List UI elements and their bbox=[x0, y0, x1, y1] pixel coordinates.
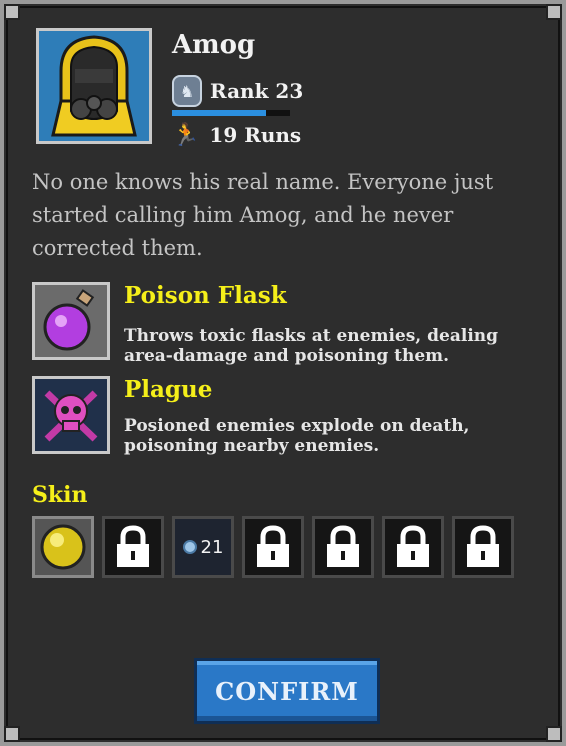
ability-description: Posioned enemies explode on death, poiso… bbox=[124, 416, 470, 456]
skin-slot-purchasable[interactable]: 21 bbox=[172, 516, 234, 578]
ability-description: Throws toxic flasks at enemies, dealing … bbox=[124, 326, 499, 366]
confirm-button[interactable]: CONFIRM bbox=[194, 658, 380, 724]
skin-price: 21 bbox=[182, 536, 224, 558]
skin-slot-locked[interactable] bbox=[382, 516, 444, 578]
lock-icon bbox=[467, 525, 499, 567]
running-man-icon: 🏃 bbox=[172, 122, 200, 148]
character-description: No one knows his real name. Everyone jus… bbox=[32, 170, 494, 260]
lock-icon bbox=[257, 525, 289, 567]
ability-poison-flask: Poison Flask Throws toxic flasks at enem… bbox=[32, 282, 552, 366]
skin-slot-selected[interactable] bbox=[32, 516, 94, 578]
coin-icon bbox=[182, 540, 197, 554]
corner-rivet bbox=[546, 4, 562, 20]
gas-mask-hood-icon bbox=[39, 31, 149, 141]
ability-plague: Plague Posioned enemies explode on death… bbox=[32, 376, 552, 456]
skin-slot-locked[interactable] bbox=[312, 516, 374, 578]
skull-crossbones-icon bbox=[32, 376, 110, 454]
character-name: Amog bbox=[172, 30, 256, 60]
potion-flask-icon bbox=[32, 282, 110, 360]
character-portrait bbox=[36, 28, 152, 144]
rank-label: Rank 23 bbox=[210, 79, 304, 103]
lock-icon bbox=[117, 525, 149, 567]
rank-progress-bar bbox=[172, 110, 290, 116]
lock-icon bbox=[397, 525, 429, 567]
lock-icon bbox=[327, 525, 359, 567]
skin-slot-locked[interactable] bbox=[452, 516, 514, 578]
rank-row: ♞ Rank 23 bbox=[172, 74, 303, 108]
corner-rivet bbox=[4, 726, 20, 742]
rank-progress-fill bbox=[172, 110, 267, 116]
rank-badge-icon: ♞ bbox=[172, 75, 202, 107]
skin-slot-locked[interactable] bbox=[102, 516, 164, 578]
yellow-orb-icon bbox=[40, 524, 86, 570]
ability-title: Plague bbox=[124, 376, 213, 403]
skin-selector: 21 bbox=[32, 516, 514, 578]
character-panel: Amog ♞ Rank 23 🏃 19 Runs No one knows hi… bbox=[0, 0, 566, 746]
runs-row: 🏃 19 Runs bbox=[172, 120, 301, 150]
ability-title: Poison Flask bbox=[124, 282, 287, 309]
corner-rivet bbox=[546, 726, 562, 742]
corner-rivet bbox=[4, 4, 20, 20]
runs-label: 19 Runs bbox=[209, 123, 302, 147]
skin-price-value: 21 bbox=[200, 536, 224, 558]
skin-slot-locked[interactable] bbox=[242, 516, 304, 578]
skin-section-title: Skin bbox=[32, 482, 88, 508]
